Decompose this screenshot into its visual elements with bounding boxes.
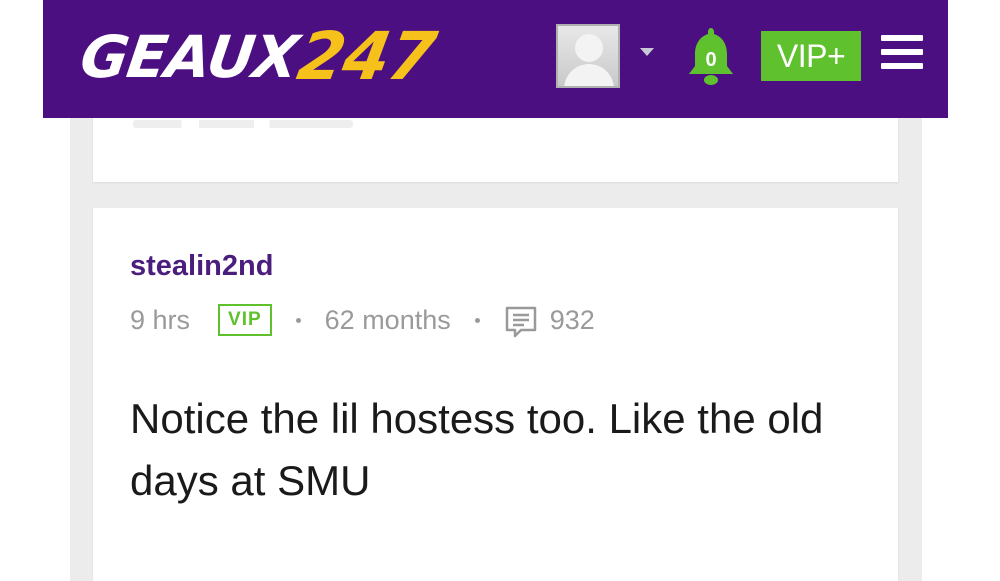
post-card: stealin2nd 9 hrs VIP 62 months 932 Notic… [93, 208, 898, 581]
vip-badge: VIP [218, 304, 272, 336]
menu-bar [881, 49, 923, 55]
caret-down-icon[interactable] [640, 48, 654, 56]
post-body: Notice the lil hostess too. Like the old… [130, 395, 824, 504]
membership-age: 62 months [324, 304, 451, 335]
logo-number: 247 [292, 18, 441, 95]
avatar-body [564, 64, 614, 86]
post-meta: 9 hrs VIP 62 months 932 [130, 300, 595, 340]
comment-icon [504, 305, 538, 339]
post-author[interactable]: stealin2nd [130, 250, 273, 283]
separator-dot [295, 317, 301, 323]
avatar-head [575, 34, 603, 62]
menu-bar [881, 63, 923, 69]
vip-plus-button[interactable]: VIP+ [761, 31, 861, 81]
bell-icon[interactable]: 0 [683, 24, 739, 88]
message-count: 932 [549, 304, 595, 335]
post-time[interactable]: 9 hrs [130, 305, 190, 336]
page: GEAUX 247 0 VIP+ stealin2nd 9 hrs VIP 62… [0, 0, 1000, 581]
site-logo[interactable]: GEAUX 247 [76, 12, 441, 102]
user-avatar-icon[interactable] [556, 24, 620, 88]
logo-word: GEAUX [76, 23, 303, 91]
notification-count: 0 [705, 49, 716, 71]
previous-post-fragment [133, 120, 353, 128]
hamburger-menu-icon[interactable] [881, 35, 923, 75]
top-navigation-bar: GEAUX 247 0 VIP+ [43, 0, 948, 118]
separator-dot [474, 317, 480, 323]
menu-bar [881, 35, 923, 41]
